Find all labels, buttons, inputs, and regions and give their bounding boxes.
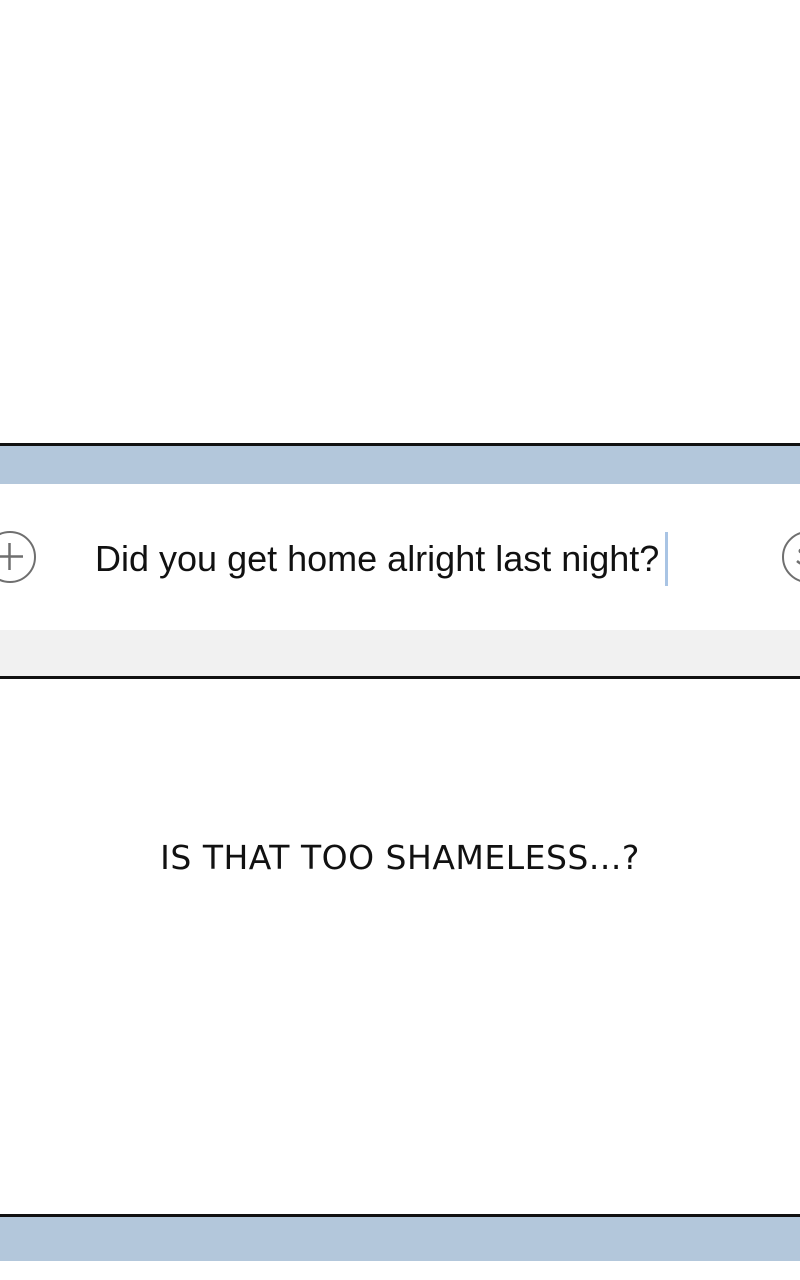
message-compose-panel: Did you get home alright last night? [0, 443, 800, 679]
compose-top-bar [0, 446, 800, 484]
add-attachment-button[interactable] [0, 531, 36, 583]
compose-input-row: Did you get home alright last night? [0, 484, 800, 630]
compose-bottom-bar [0, 630, 800, 676]
caption-text: IS THAT TOO SHAMELESS...? [160, 838, 640, 877]
plus-icon [0, 543, 23, 570]
message-text: Did you get home alright last night? [95, 538, 660, 579]
emoji-button[interactable] [782, 531, 800, 583]
smiley-face-icon [796, 548, 800, 565]
next-panel-top-bar [0, 1217, 800, 1261]
next-panel [0, 1214, 800, 1280]
message-input[interactable]: Did you get home alright last night? [95, 531, 669, 587]
text-caret [665, 532, 669, 586]
